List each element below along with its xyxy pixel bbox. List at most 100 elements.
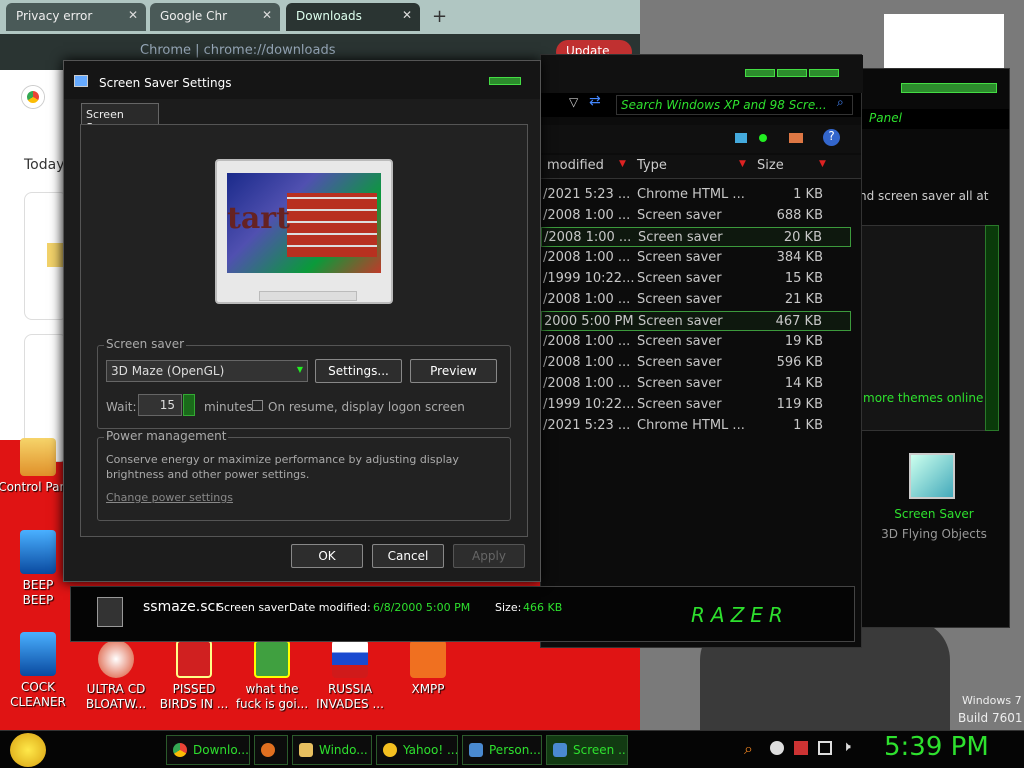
desktop-icon-russia-invades[interactable]: RUSSIA INVADES ... bbox=[310, 640, 390, 712]
settings-button[interactable]: Settings... bbox=[315, 359, 402, 383]
address-dropdown-icon[interactable]: ▽ bbox=[569, 95, 578, 109]
clock[interactable]: 5:39 PM bbox=[884, 732, 989, 762]
taskbar-screen-saver[interactable]: Screen ... bbox=[546, 735, 628, 765]
address-url: chrome://downloads bbox=[203, 43, 336, 58]
column-date-modified[interactable]: modified bbox=[547, 158, 604, 173]
preview-button[interactable]: Preview bbox=[410, 359, 497, 383]
tray-icon[interactable] bbox=[770, 741, 784, 755]
tab-screen-saver[interactable]: Screen Saver bbox=[81, 103, 159, 134]
file-row[interactable]: 2000 5:00 PM Screen saver 467 KB bbox=[541, 311, 851, 331]
file-row[interactable]: /2008 1:00 ... Screen saver 20 KB bbox=[541, 227, 851, 247]
power-description: Conserve energy or maximize performance … bbox=[106, 453, 459, 481]
panel-text: nd screen saver all at bbox=[859, 189, 989, 203]
file-row[interactable]: /2008 1:00 ... Screen saver 384 KB bbox=[541, 248, 851, 268]
more-themes-link[interactable]: more themes online bbox=[863, 391, 983, 405]
icon-label: BEEP BEEP bbox=[22, 578, 54, 607]
refresh-icon[interactable]: ⇄ bbox=[589, 93, 601, 109]
desktop-icon-pissed-birds[interactable]: PISSED BIRDS IN ... bbox=[154, 640, 234, 712]
file-row[interactable]: /1999 10:22... Screen saver 119 KB bbox=[541, 395, 851, 415]
help-icon[interactable]: ? bbox=[823, 129, 840, 146]
wait-spinner[interactable] bbox=[183, 394, 195, 416]
taskbar-yahoo[interactable]: Yahoo! ... bbox=[376, 735, 458, 765]
file-row[interactable]: /1999 10:22... Screen saver 15 KB bbox=[541, 269, 851, 289]
file-date: /2008 1:00 ... bbox=[544, 230, 632, 245]
chevron-down-icon: ▼ bbox=[296, 365, 303, 374]
file-size: 119 KB bbox=[776, 397, 823, 412]
close-icon[interactable]: ✕ bbox=[128, 8, 138, 22]
search-icon[interactable]: ⌕ bbox=[744, 739, 753, 759]
chrome-icon bbox=[173, 743, 187, 757]
taskbar-chrome[interactable]: Downlo... bbox=[166, 735, 250, 765]
file-row[interactable]: /2008 1:00 ... Screen saver 688 KB bbox=[541, 206, 851, 226]
tab-google-chrome[interactable]: Google Chr ✕ bbox=[150, 3, 280, 31]
ok-button[interactable]: OK bbox=[291, 544, 363, 568]
monitor-icon bbox=[553, 743, 567, 757]
network-error-icon[interactable] bbox=[794, 741, 808, 755]
taskbar-label: Screen ... bbox=[573, 743, 628, 757]
volume-icon[interactable]: 🕨 bbox=[842, 739, 851, 755]
search-icon[interactable]: ⌕ bbox=[837, 95, 844, 110]
search-input[interactable]: Search Windows XP and 98 Scre... bbox=[616, 95, 853, 115]
apply-button[interactable]: Apply bbox=[453, 544, 525, 568]
change-power-settings-link[interactable]: Change power settings bbox=[106, 491, 233, 504]
close-icon[interactable]: ✕ bbox=[262, 8, 272, 22]
screen-saver-select[interactable]: 3D Maze (OpenGL) ▼ bbox=[106, 360, 308, 382]
tab-downloads[interactable]: Downloads ✕ bbox=[286, 3, 420, 31]
sort-arrow-icon[interactable]: ▼ bbox=[819, 159, 826, 169]
close-button[interactable] bbox=[489, 77, 521, 85]
view-icon[interactable] bbox=[735, 133, 747, 143]
cancel-button[interactable]: Cancel bbox=[372, 544, 444, 568]
file-date: /2008 1:00 ... bbox=[543, 334, 631, 349]
file-icon bbox=[20, 530, 56, 574]
status-icon[interactable] bbox=[759, 134, 767, 142]
panel-search[interactable]: Panel bbox=[859, 109, 1009, 129]
file-row[interactable]: /2021 5:23 ... Chrome HTML ... 1 KB bbox=[541, 416, 851, 436]
details-size-label: Size: bbox=[495, 601, 522, 614]
preview-pane-icon[interactable] bbox=[789, 133, 803, 143]
file-row[interactable]: /2008 1:00 ... Screen saver 596 KB bbox=[541, 353, 851, 373]
taskbar-firefox[interactable] bbox=[254, 735, 288, 765]
monitor-stand bbox=[259, 291, 357, 301]
column-type[interactable]: Type bbox=[637, 158, 667, 173]
sort-arrow-icon[interactable]: ▼ bbox=[739, 159, 746, 169]
file-row[interactable]: /2008 1:00 ... Screen saver 21 KB bbox=[541, 290, 851, 310]
address-site-label: Chrome bbox=[140, 43, 191, 58]
desktop-icon-what-the[interactable]: what the fuck is goi... bbox=[232, 640, 312, 712]
minimize-button[interactable] bbox=[745, 69, 775, 77]
close-icon[interactable]: ✕ bbox=[402, 8, 412, 22]
preview-screen: tart bbox=[227, 173, 381, 273]
action-center-icon[interactable] bbox=[818, 741, 832, 755]
desktop-icon-cock-cleaner[interactable]: COCK CLEANER bbox=[0, 632, 78, 710]
file-type: Screen saver bbox=[637, 250, 722, 265]
icon-label: XMPP bbox=[411, 682, 445, 696]
desktop-icon-xmpp[interactable]: XMPP bbox=[388, 640, 468, 697]
group-label: Power management bbox=[104, 429, 229, 443]
desktop-icon-ultra-cd[interactable]: ULTRA CD BLOATW... bbox=[76, 640, 156, 712]
razer-logo: RAZER bbox=[691, 603, 789, 627]
screen-saver-link[interactable]: Screen Saver bbox=[859, 507, 1009, 521]
sort-arrow-icon[interactable]: ▼ bbox=[619, 159, 626, 169]
file-type: Screen saver bbox=[637, 292, 722, 307]
file-row[interactable]: /2021 5:23 ... Chrome HTML ... 1 KB bbox=[541, 185, 851, 205]
file-row[interactable]: /2008 1:00 ... Screen saver 14 KB bbox=[541, 374, 851, 394]
close-button[interactable] bbox=[809, 69, 839, 77]
resume-label: On resume, display logon screen bbox=[268, 400, 465, 414]
tab-privacy-error[interactable]: Privacy error ✕ bbox=[6, 3, 146, 31]
os-watermark-build: Build 7601 bbox=[958, 711, 1023, 725]
download-card[interactable] bbox=[24, 192, 68, 320]
chrome-tab-bar: Privacy error ✕ Google Chr ✕ Downloads ✕ + bbox=[0, 0, 640, 34]
maximize-button[interactable] bbox=[777, 69, 807, 77]
file-row[interactable]: /2008 1:00 ... Screen saver 19 KB bbox=[541, 332, 851, 352]
window-controls[interactable] bbox=[901, 83, 997, 93]
resume-checkbox[interactable] bbox=[252, 400, 263, 411]
column-size[interactable]: Size bbox=[757, 158, 784, 173]
file-type: Screen saver bbox=[637, 397, 722, 412]
file-type: Screen saver bbox=[637, 208, 722, 223]
command-bar: ? bbox=[541, 125, 861, 153]
taskbar-personalization[interactable]: Person... bbox=[462, 735, 542, 765]
taskbar-windows[interactable]: Windo... bbox=[292, 735, 372, 765]
scrollbar[interactable] bbox=[985, 225, 999, 431]
new-tab-button[interactable]: + bbox=[432, 6, 447, 27]
wait-minutes-input[interactable]: 15 bbox=[138, 394, 182, 416]
start-button[interactable] bbox=[10, 733, 46, 767]
